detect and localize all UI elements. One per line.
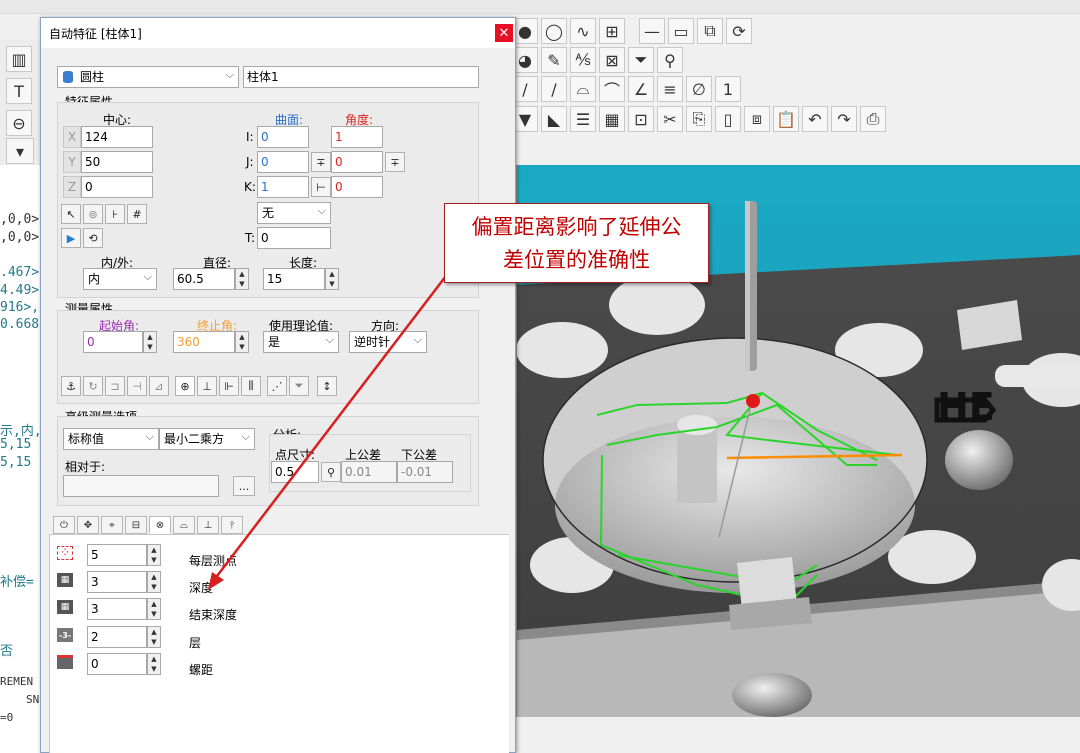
annotation-arrow [213, 267, 453, 581]
callout-line-1: 偏置距离影响了延伸公 [471, 215, 682, 239]
annotation-arrow-layer [208, 267, 453, 590]
callout-line-2: 差位置的准确性 [503, 248, 650, 272]
annotation-callout: 偏置距离影响了延伸公 差位置的准确性 [444, 203, 709, 283]
arrow-head-icon [208, 572, 224, 590]
